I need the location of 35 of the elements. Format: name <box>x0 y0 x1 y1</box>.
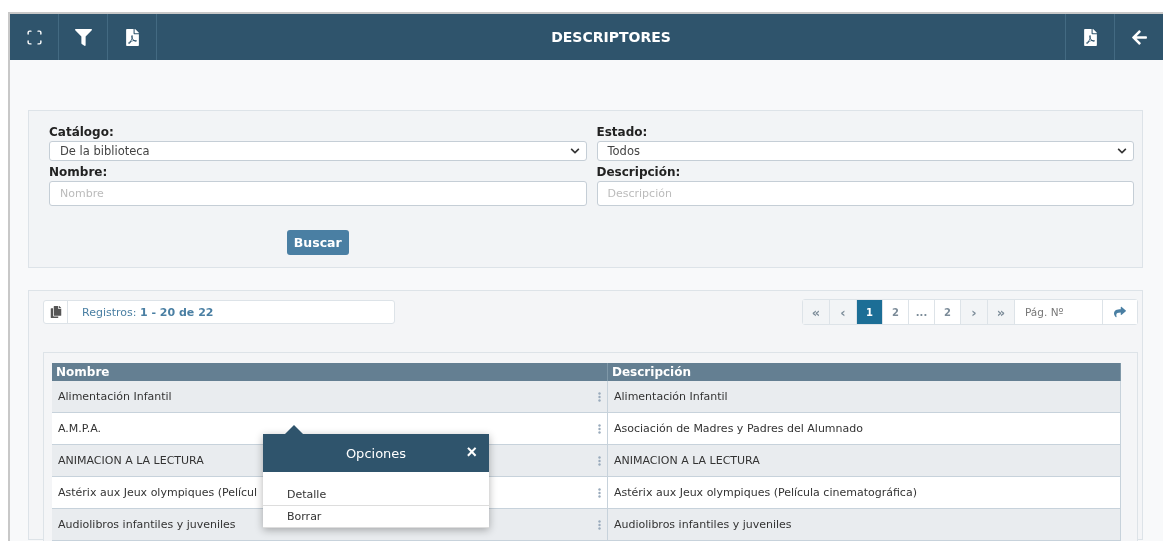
pagination-nav-button[interactable]: « <box>803 300 830 324</box>
column-header[interactable]: Nombre <box>52 363 608 381</box>
field-label: Estado: <box>596 125 649 139</box>
field-label: Nombre: <box>49 165 109 179</box>
state-select[interactable]: Todos <box>596 141 1134 161</box>
pagination-nav-button[interactable]: ‹ <box>830 300 857 324</box>
table-cell: Astérix aux Jeux olympiques (Película cinematográfica) <box>608 477 1121 509</box>
popup-title: Opciones <box>345 445 407 461</box>
menu-item[interactable]: Detalle <box>263 484 489 506</box>
field-label: Descripción: <box>596 165 682 179</box>
name-field[interactable]: Nombre <box>49 181 587 206</box>
table-cell: Audiolibros infantiles y juveniles <box>608 509 1121 541</box>
grip-icon[interactable] <box>598 487 601 498</box>
pagination-nav-button[interactable]: › <box>961 300 988 324</box>
column-header[interactable]: Descripción <box>608 363 1121 381</box>
table-cell: ANIMACION A LA LECTURA <box>608 445 1121 477</box>
grip-icon[interactable] <box>598 455 601 466</box>
grip-icon[interactable] <box>598 391 601 402</box>
field-label: Catálogo: <box>49 125 115 139</box>
chevron-down-icon <box>1117 146 1127 156</box>
search-button[interactable]: Buscar <box>286 230 349 255</box>
page-title: DESCRIPTORES <box>551 29 671 45</box>
pagination-nav-button[interactable]: » <box>988 300 1015 324</box>
grip-icon[interactable] <box>598 423 601 434</box>
records-count: Registros: 1 - 20 de 22 <box>81 305 214 319</box>
chevron-down-icon <box>569 146 580 156</box>
table-cell: Alimentación Infantil <box>52 381 608 413</box>
table-cell: Alimentación Infantil <box>608 381 1121 413</box>
grip-icon[interactable] <box>598 519 601 530</box>
page-button[interactable]: 1 <box>857 300 883 324</box>
description-field[interactable]: Descripción <box>596 181 1134 206</box>
catalog-select[interactable]: De la biblioteca <box>49 141 587 161</box>
table-cell: Asociación de Madres y Padres del Alumnado <box>608 413 1121 445</box>
menu-item[interactable]: Borrar <box>263 506 489 528</box>
close-button[interactable]: × <box>466 443 477 461</box>
